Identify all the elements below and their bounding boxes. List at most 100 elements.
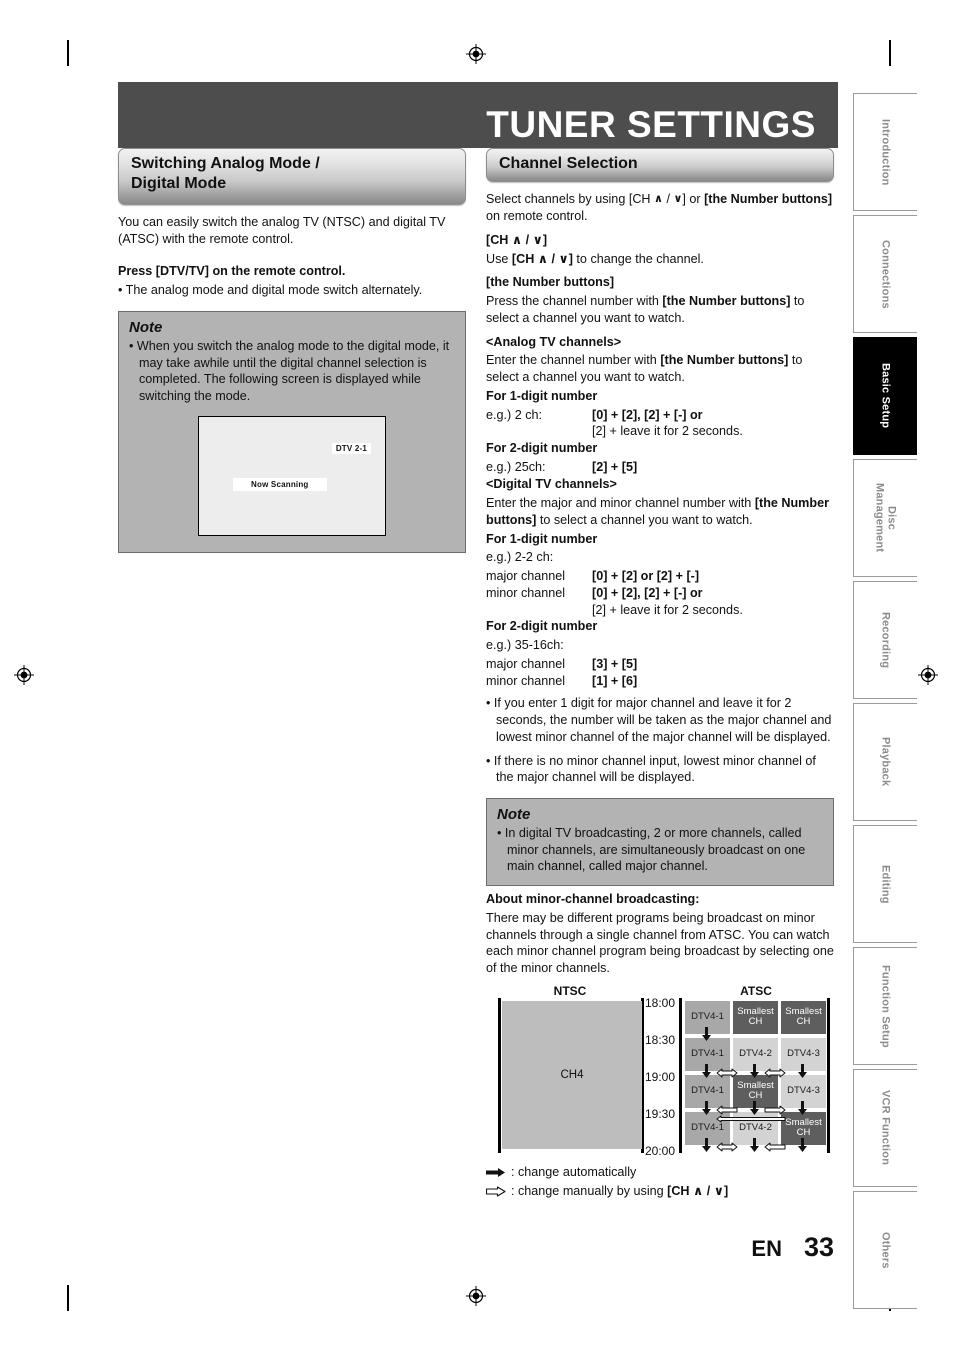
analog-2digit-heading: For 2-digit number bbox=[486, 441, 598, 456]
sidebar-tab-label: Introduction bbox=[879, 118, 892, 186]
tv-channel-label: DTV 2-1 bbox=[331, 442, 371, 454]
note-title: Note bbox=[129, 318, 163, 336]
digital-1digit-minor-row-2: [2] + leave it for 2 seconds. bbox=[486, 602, 834, 619]
time-tick-1930: 19:30 bbox=[644, 1106, 675, 1121]
sidebar-tab-basic-setup[interactable]: Basic Setup bbox=[853, 337, 917, 455]
sidebar-tab-playback[interactable]: Playback bbox=[853, 703, 917, 821]
analog-channels-heading: <Analog TV channels> bbox=[486, 334, 622, 349]
sidebar-tab-others[interactable]: Others bbox=[853, 1191, 917, 1309]
press-heading: Press [DTV/TV] on the remote control. bbox=[118, 264, 346, 279]
digital-2digit-minor-value: [1] + [6] bbox=[592, 673, 638, 688]
sidebar-tab-recording[interactable]: Recording bbox=[853, 581, 917, 699]
registration-mark-top bbox=[466, 44, 486, 64]
analog-1digit-value-2: [2] + leave it for 2 seconds. bbox=[592, 424, 743, 439]
digital-1digit-minor-spacer bbox=[486, 602, 592, 619]
digital-2digit-minor-label: minor channel bbox=[486, 673, 566, 688]
intro-text-c: ] or bbox=[682, 192, 705, 207]
analog-channels-text: Enter the channel number with [the Numbe… bbox=[486, 352, 834, 385]
digital-2digit-major-label: major channel bbox=[486, 656, 566, 671]
number-buttons-heading: [the Number buttons] bbox=[486, 275, 615, 290]
note-box-left: Note • When you switch the analog mode t… bbox=[118, 310, 466, 553]
crop-mark-top-left bbox=[67, 40, 69, 66]
digital-1digit-heading: For 1-digit number bbox=[486, 531, 598, 546]
intro-text-a: Select channels by using [CH bbox=[486, 192, 655, 207]
auto-arrow-down-r2c3 bbox=[798, 1063, 807, 1078]
manual-arrow-long-left-r3 bbox=[716, 1110, 786, 1123]
note-bullet-right: • In digital TV broadcasting, 2 or more … bbox=[497, 825, 806, 874]
note-box-right: Note • In digital TV broadcasting, 2 or … bbox=[486, 797, 834, 887]
ch-text-post: to change the channel. bbox=[572, 251, 704, 266]
intro-text-end: on remote control. bbox=[486, 209, 588, 224]
ch-key-heading: [CH ∧ / ∨] bbox=[486, 232, 548, 247]
footer-page-number: 33 bbox=[803, 1232, 834, 1262]
time-tick-1800: 18:00 bbox=[644, 995, 675, 1010]
section-title-line-1: Switching Analog Mode / bbox=[131, 155, 320, 172]
analog-1digit-row-2: [2] + leave it for 2 seconds. bbox=[486, 423, 834, 440]
legend-row-automatic: : change automatically bbox=[486, 1163, 834, 1182]
right-column: Channel Selection Select channels by usi… bbox=[486, 148, 834, 1201]
diagram-label-ntsc: NTSC bbox=[553, 983, 587, 998]
outline-arrow-icon bbox=[486, 1186, 506, 1197]
analog-2digit-row: e.g.) 25ch: [2] + [5] bbox=[486, 459, 834, 476]
digital-2digit-major-row: major channel [3] + [5] bbox=[486, 656, 834, 673]
press-bullet: • The analog mode and digital mode switc… bbox=[118, 283, 423, 298]
footer-language-code: EN bbox=[751, 1236, 782, 1261]
time-tick-1830: 18:30 bbox=[644, 1032, 675, 1047]
digital-1digit-major-value: [0] + [2] or [2] + [-] bbox=[592, 569, 700, 584]
diagram-rule-left bbox=[498, 997, 501, 1153]
diagram-time-axis: 18:00 18:30 19:00 19:30 20:00 bbox=[625, 992, 677, 1157]
channel-selection-intro: Select channels by using [CH ∧ / ∨] or [… bbox=[486, 191, 834, 224]
legend-text-automatic: : change automatically bbox=[511, 1164, 637, 1179]
numbuttons-text-bold: [the Number buttons] bbox=[662, 294, 791, 309]
atsc-cell-r1c3: Smallest CH bbox=[781, 1000, 826, 1034]
sidebar-tab-label: Basic Setup bbox=[879, 363, 892, 429]
analog-text-bold: [the Number buttons] bbox=[660, 353, 789, 368]
numbuttons-text-1: Press the channel number with bbox=[486, 294, 663, 309]
sidebar-tab-connections[interactable]: Connections bbox=[853, 215, 917, 333]
sidebar-tab-label: Function Setup bbox=[879, 964, 892, 1048]
note-title-right: Note bbox=[497, 805, 531, 823]
sidebar-tab-label: Others bbox=[879, 1231, 892, 1269]
sidebar-tab-vcr-function[interactable]: VCR Function bbox=[853, 1069, 917, 1187]
sidebar-tab-label: Connections bbox=[879, 239, 892, 309]
intro-text-bold: [the Number buttons] bbox=[704, 192, 833, 207]
tv-screen-mock: DTV 2-1 Now Scanning bbox=[198, 415, 386, 536]
ch-text-bold: [CH ∧ / ∨] bbox=[511, 251, 573, 266]
diagram-legend: : change automatically : change manually… bbox=[486, 1163, 834, 1201]
crop-mark-bottom-left bbox=[67, 1285, 69, 1311]
chev-up-icon: ∧ bbox=[654, 193, 663, 206]
sidebar-tab-disc-management[interactable]: Disc Management bbox=[853, 459, 917, 577]
digital-text-1: Enter the major and minor channel number… bbox=[486, 496, 755, 511]
ntsc-channel-block: CH4 bbox=[502, 1000, 642, 1149]
registration-mark-right bbox=[918, 665, 938, 685]
digital-2digit-minor-row: minor channel [1] + [6] bbox=[486, 673, 834, 690]
sidebar-tab-label: Editing bbox=[879, 864, 892, 904]
time-tick-2000: 20:00 bbox=[644, 1143, 675, 1158]
auto-arrow-down-r4c1 bbox=[702, 1137, 711, 1152]
sidebar-tab-label: VCR Function bbox=[879, 1090, 892, 1166]
sidebar-tab-label: Recording bbox=[879, 611, 892, 669]
digital-1digit-minor-value-1: [0] + [2], [2] + [-] or bbox=[592, 585, 703, 600]
legend-manual-pre: : change manually by using bbox=[511, 1183, 668, 1198]
manual-arrow-lr-r2-a bbox=[716, 1065, 738, 1078]
sidebar-tab-function-setup[interactable]: Function Setup bbox=[853, 947, 917, 1065]
digital-1digit-label: e.g.) 2-2 ch: bbox=[486, 550, 554, 565]
analog-2digit-value: [2] + [5] bbox=[592, 459, 638, 474]
digital-text-2: to select a channel you want to watch. bbox=[536, 512, 753, 527]
sidebar-tab-label: Playback bbox=[879, 737, 892, 787]
sidebar-tab-introduction[interactable]: Introduction bbox=[853, 93, 917, 211]
section-header-channel-selection: Channel Selection bbox=[486, 148, 834, 183]
sidebar-tab-editing[interactable]: Editing bbox=[853, 825, 917, 943]
solid-arrow-icon bbox=[486, 1167, 505, 1177]
ch-key-text: Use [CH ∧ / ∨] to change the channel. bbox=[486, 251, 834, 268]
section-title-channel-selection: Channel Selection bbox=[499, 155, 638, 172]
analog-1digit-value-1: [0] + [2], [2] + [-] or bbox=[592, 407, 703, 422]
sidebar-tab-label: Disc Management bbox=[873, 483, 898, 553]
auto-arrow-down-r3c3 bbox=[798, 1100, 807, 1115]
manual-arrow-lr-r4-a bbox=[716, 1139, 738, 1152]
auto-arrow-down-r2c2 bbox=[750, 1063, 759, 1078]
page-title-banner: TUNER SETTINGS bbox=[118, 82, 838, 148]
digital-1digit-minor-label: minor channel bbox=[486, 585, 566, 600]
auto-arrow-down-r3c1 bbox=[702, 1100, 711, 1115]
ntsc-channel-label: CH4 bbox=[560, 1068, 584, 1081]
